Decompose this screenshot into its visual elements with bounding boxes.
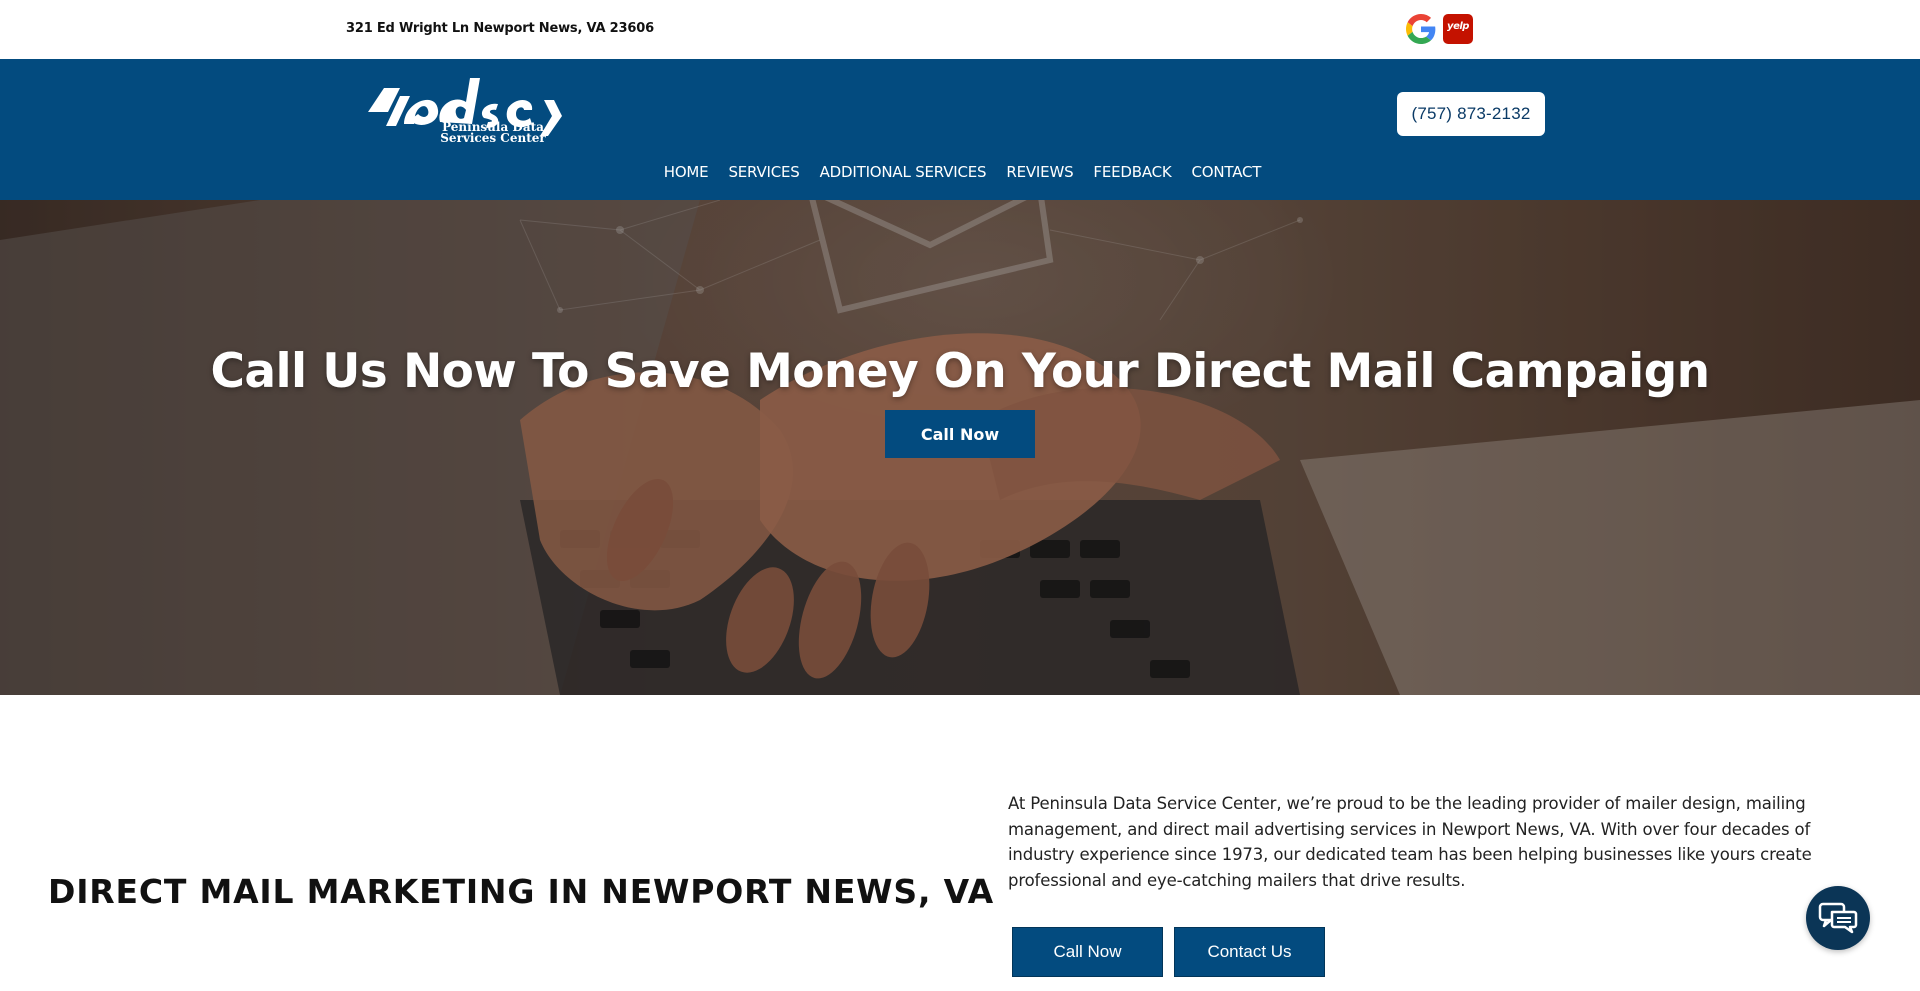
nav-additional-services[interactable]: ADDITIONAL SERVICES: [810, 163, 997, 181]
intro-paragraph: At Peninsula Data Service Center, we’re …: [1008, 794, 1812, 890]
nav-reviews[interactable]: REVIEWS: [996, 163, 1083, 181]
header-phone-button[interactable]: (757) 873-2132: [1397, 92, 1545, 136]
nav-home[interactable]: HOME: [654, 163, 719, 181]
top-bar: 321 Ed Wright Ln Newport News, VA 23606 …: [0, 0, 1920, 59]
logo-text-line2: Services Center: [440, 131, 546, 145]
main-navigation: HOME SERVICES ADDITIONAL SERVICES REVIEW…: [0, 163, 1920, 181]
chat-icon: [1818, 902, 1858, 934]
section-heading: DIRECT MAIL MARKETING IN NEWPORT NEWS, V…: [48, 872, 995, 911]
hero-banner: Call Us Now To Save Money On Your Direct…: [0, 200, 1920, 695]
chat-widget-button[interactable]: [1806, 886, 1870, 950]
nav-contact[interactable]: CONTACT: [1182, 163, 1272, 181]
nav-services[interactable]: SERVICES: [718, 163, 809, 181]
company-logo[interactable]: Peninsula Data Services Center: [366, 76, 566, 152]
call-now-button[interactable]: Call Now: [1012, 927, 1163, 977]
nav-feedback[interactable]: FEEDBACK: [1083, 163, 1181, 181]
yelp-icon[interactable]: yelp: [1443, 14, 1473, 44]
google-icon[interactable]: [1406, 14, 1436, 44]
contact-us-button[interactable]: Contact Us: [1174, 927, 1325, 977]
hero-title: Call Us Now To Save Money On Your Direct…: [210, 344, 1710, 399]
yelp-wordmark: yelp: [1447, 21, 1469, 32]
business-address: 321 Ed Wright Ln Newport News, VA 23606: [346, 21, 654, 36]
hero-call-now-button[interactable]: Call Now: [885, 410, 1035, 458]
site-header: Peninsula Data Services Center (757) 873…: [0, 59, 1920, 200]
